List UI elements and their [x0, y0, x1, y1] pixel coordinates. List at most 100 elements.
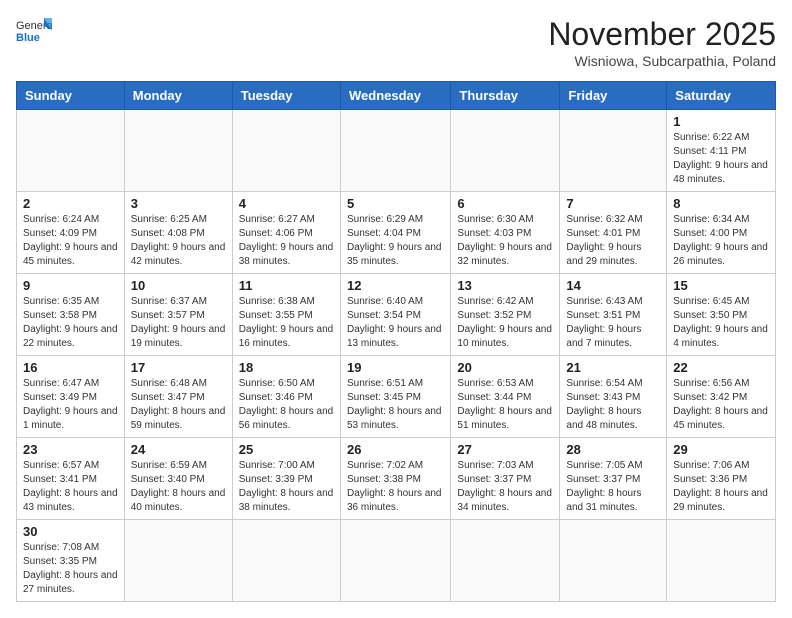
svg-text:Blue: Blue: [16, 32, 40, 44]
calendar-week-4: 16Sunrise: 6:47 AM Sunset: 3:49 PM Dayli…: [17, 356, 776, 438]
calendar-cell: 29 Sunrise: 7:06 AM Sunset: 3:36 PM Dayli…: [667, 438, 776, 520]
weekday-header-friday: Friday: [560, 82, 667, 110]
calendar-cell: 24Sunrise: 6:59 AM Sunset: 3:40 PM Dayli…: [124, 438, 232, 520]
calendar-cell: 12 Sunrise: 6:40 AM Sunset: 3:54 PM Dayli…: [340, 274, 450, 356]
day-info: Sunrise: 7:02 AM Sunset: 3:38 PM Dayligh…: [347, 459, 444, 515]
day-number: 4: [239, 196, 334, 211]
calendar-cell: 20 Sunrise: 6:53 AM Sunset: 3:44 PM Dayli…: [451, 356, 560, 438]
day-number: 21: [566, 360, 660, 375]
day-number: 24: [131, 442, 226, 457]
day-info: Sunrise: 6:38 AM Sunset: 3:55 PM Dayligh…: [239, 295, 334, 351]
calendar-cell: [451, 110, 560, 192]
day-number: 12: [347, 278, 444, 293]
day-info: Sunrise: 6:45 AM Sunset: 3:50 PM Dayligh…: [673, 295, 769, 351]
day-number: 25: [239, 442, 334, 457]
day-number: 5: [347, 196, 444, 211]
day-info: Sunrise: 6:53 AM Sunset: 3:44 PM Dayligh…: [457, 377, 553, 433]
calendar-cell: 16Sunrise: 6:47 AM Sunset: 3:49 PM Dayli…: [17, 356, 125, 438]
day-info: Sunrise: 7:05 AM Sunset: 3:37 PM Dayligh…: [566, 459, 660, 515]
calendar-week-2: 2Sunrise: 6:24 AM Sunset: 4:09 PM Daylig…: [17, 192, 776, 274]
calendar-cell: 11 Sunrise: 6:38 AM Sunset: 3:55 PM Dayli…: [232, 274, 340, 356]
day-number: 29: [673, 442, 769, 457]
day-info: Sunrise: 6:48 AM Sunset: 3:47 PM Dayligh…: [131, 377, 226, 433]
calendar-week-5: 23 Sunrise: 6:57 AM Sunset: 3:41 PM Dayli…: [17, 438, 776, 520]
day-number: 23: [23, 442, 118, 457]
calendar-cell: 27 Sunrise: 7:03 AM Sunset: 3:37 PM Dayli…: [451, 438, 560, 520]
calendar-cell: 15 Sunrise: 6:45 AM Sunset: 3:50 PM Dayli…: [667, 274, 776, 356]
day-number: 30: [23, 524, 118, 539]
calendar-cell: 6 Sunrise: 6:30 AM Sunset: 4:03 PM Daylig…: [451, 192, 560, 274]
calendar-cell: 23 Sunrise: 6:57 AM Sunset: 3:41 PM Dayli…: [17, 438, 125, 520]
calendar-cell: [124, 520, 232, 602]
day-number: 28: [566, 442, 660, 457]
calendar-week-1: 1 Sunrise: 6:22 AM Sunset: 4:11 PM Daylig…: [17, 110, 776, 192]
calendar-cell: 28 Sunrise: 7:05 AM Sunset: 3:37 PM Dayli…: [560, 438, 667, 520]
day-info: Sunrise: 6:57 AM Sunset: 3:41 PM Dayligh…: [23, 459, 118, 515]
calendar-cell: 22 Sunrise: 6:56 AM Sunset: 3:42 PM Dayli…: [667, 356, 776, 438]
calendar-table: SundayMondayTuesdayWednesdayThursdayFrid…: [16, 81, 776, 602]
calendar-cell: [667, 520, 776, 602]
day-number: 10: [131, 278, 226, 293]
calendar-week-6: 30Sunrise: 7:08 AM Sunset: 3:35 PM Dayli…: [17, 520, 776, 602]
day-info: Sunrise: 7:03 AM Sunset: 3:37 PM Dayligh…: [457, 459, 553, 515]
day-info: Sunrise: 6:25 AM Sunset: 4:08 PM Dayligh…: [131, 213, 226, 269]
day-info: Sunrise: 6:56 AM Sunset: 3:42 PM Dayligh…: [673, 377, 769, 433]
day-info: Sunrise: 6:43 AM Sunset: 3:51 PM Dayligh…: [566, 295, 660, 351]
weekday-header-sunday: Sunday: [17, 82, 125, 110]
calendar-cell: 5 Sunrise: 6:29 AM Sunset: 4:04 PM Daylig…: [340, 192, 450, 274]
weekday-header-row: SundayMondayTuesdayWednesdayThursdayFrid…: [17, 82, 776, 110]
day-info: Sunrise: 6:29 AM Sunset: 4:04 PM Dayligh…: [347, 213, 444, 269]
calendar-cell: 3 Sunrise: 6:25 AM Sunset: 4:08 PM Daylig…: [124, 192, 232, 274]
day-number: 1: [673, 114, 769, 129]
calendar-cell: [232, 520, 340, 602]
day-number: 7: [566, 196, 660, 211]
calendar-cell: [340, 110, 450, 192]
day-info: Sunrise: 6:51 AM Sunset: 3:45 PM Dayligh…: [347, 377, 444, 433]
calendar-week-3: 9Sunrise: 6:35 AM Sunset: 3:58 PM Daylig…: [17, 274, 776, 356]
day-info: Sunrise: 6:37 AM Sunset: 3:57 PM Dayligh…: [131, 295, 226, 351]
day-info: Sunrise: 6:30 AM Sunset: 4:03 PM Dayligh…: [457, 213, 553, 269]
day-info: Sunrise: 6:22 AM Sunset: 4:11 PM Dayligh…: [673, 131, 769, 187]
day-info: Sunrise: 7:06 AM Sunset: 3:36 PM Dayligh…: [673, 459, 769, 515]
day-number: 15: [673, 278, 769, 293]
weekday-header-wednesday: Wednesday: [340, 82, 450, 110]
weekday-header-thursday: Thursday: [451, 82, 560, 110]
day-info: Sunrise: 6:32 AM Sunset: 4:01 PM Dayligh…: [566, 213, 660, 269]
day-number: 6: [457, 196, 553, 211]
day-number: 13: [457, 278, 553, 293]
month-title: November 2025: [548, 16, 776, 53]
page-header: General Blue November 2025 Wisniowa, Sub…: [16, 16, 776, 69]
day-number: 20: [457, 360, 553, 375]
calendar-cell: [451, 520, 560, 602]
weekday-header-monday: Monday: [124, 82, 232, 110]
calendar-cell: 14 Sunrise: 6:43 AM Sunset: 3:51 PM Dayli…: [560, 274, 667, 356]
day-number: 3: [131, 196, 226, 211]
calendar-cell: 1 Sunrise: 6:22 AM Sunset: 4:11 PM Daylig…: [667, 110, 776, 192]
day-number: 22: [673, 360, 769, 375]
title-block: November 2025 Wisniowa, Subcarpathia, Po…: [548, 16, 776, 69]
calendar-cell: 13 Sunrise: 6:42 AM Sunset: 3:52 PM Dayli…: [451, 274, 560, 356]
calendar-cell: 7 Sunrise: 6:32 AM Sunset: 4:01 PM Daylig…: [560, 192, 667, 274]
day-info: Sunrise: 6:24 AM Sunset: 4:09 PM Dayligh…: [23, 213, 118, 269]
day-info: Sunrise: 6:42 AM Sunset: 3:52 PM Dayligh…: [457, 295, 553, 351]
calendar-cell: [560, 110, 667, 192]
calendar-cell: 2Sunrise: 6:24 AM Sunset: 4:09 PM Daylig…: [17, 192, 125, 274]
calendar-cell: 30Sunrise: 7:08 AM Sunset: 3:35 PM Dayli…: [17, 520, 125, 602]
day-info: Sunrise: 6:40 AM Sunset: 3:54 PM Dayligh…: [347, 295, 444, 351]
generalblue-logo-icon: General Blue: [16, 16, 52, 46]
day-info: Sunrise: 7:00 AM Sunset: 3:39 PM Dayligh…: [239, 459, 334, 515]
weekday-header-tuesday: Tuesday: [232, 82, 340, 110]
day-number: 18: [239, 360, 334, 375]
calendar-cell: 4Sunrise: 6:27 AM Sunset: 4:06 PM Daylig…: [232, 192, 340, 274]
day-info: Sunrise: 6:35 AM Sunset: 3:58 PM Dayligh…: [23, 295, 118, 351]
day-number: 27: [457, 442, 553, 457]
calendar-cell: [560, 520, 667, 602]
calendar-cell: [124, 110, 232, 192]
calendar-cell: [17, 110, 125, 192]
day-number: 14: [566, 278, 660, 293]
calendar-cell: [340, 520, 450, 602]
day-info: Sunrise: 6:54 AM Sunset: 3:43 PM Dayligh…: [566, 377, 660, 433]
location-subtitle: Wisniowa, Subcarpathia, Poland: [548, 53, 776, 69]
calendar-cell: [232, 110, 340, 192]
day-number: 11: [239, 278, 334, 293]
